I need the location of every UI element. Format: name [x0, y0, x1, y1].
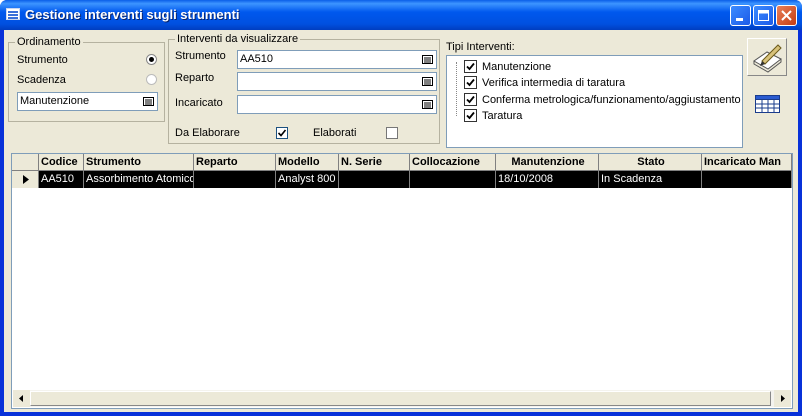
title-bar[interactable]: Gestione interventi sugli strumenti — [0, 0, 802, 30]
arrow-right-icon — [781, 395, 785, 402]
edit-button[interactable] — [747, 38, 787, 76]
maximize-button[interactable] — [753, 5, 774, 26]
column-header[interactable]: Reparto — [194, 154, 276, 171]
ordinamento-group: Ordinamento Strumento Scadenza Manutenzi… — [8, 36, 165, 122]
strumento-value: AA510 — [240, 53, 274, 65]
interventi-group: Interventi da visualizzare Strumento AA5… — [168, 33, 440, 144]
radio-strumento[interactable] — [146, 54, 157, 65]
interventi-title: Interventi da visualizzare — [175, 33, 301, 45]
table-grid-icon — [755, 95, 780, 113]
list-lookup-icon[interactable] — [420, 52, 435, 67]
incaricato-label: Incaricato — [175, 97, 223, 109]
reparto-field[interactable] — [237, 72, 437, 91]
row-selector[interactable] — [12, 171, 39, 188]
minimize-button[interactable] — [730, 5, 751, 26]
row-selector-header — [12, 154, 39, 171]
list-lookup-icon[interactable] — [420, 74, 435, 89]
tipi-item-checkbox[interactable] — [464, 60, 477, 73]
tipi-title: Tipi Interventi: — [446, 41, 515, 53]
column-header[interactable]: Stato — [599, 154, 702, 171]
elaborati-checkbox[interactable] — [386, 127, 398, 139]
table-cell — [194, 171, 276, 188]
table-cell: In Scadenza — [599, 171, 702, 188]
checkmark-icon — [466, 78, 475, 87]
tipi-item-label: Taratura — [482, 110, 523, 122]
elaborati-label: Elaborati — [313, 127, 357, 139]
table-row[interactable]: AA510 Assorbimento Atomico Analyst 800 1… — [39, 171, 792, 188]
ordinamento-combo[interactable]: Manutenzione — [17, 92, 158, 111]
window-app-icon — [6, 8, 20, 20]
tipi-item-checkbox[interactable] — [464, 76, 477, 89]
close-icon — [781, 10, 792, 21]
tipi-item-label: Manutenzione — [482, 61, 552, 73]
edit-pen-icon — [753, 44, 782, 73]
tipi-item-checkbox[interactable] — [464, 109, 477, 122]
strumento-field[interactable]: AA510 — [237, 50, 437, 69]
checkmark-icon — [466, 95, 475, 104]
table-cell: Assorbimento Atomico — [84, 171, 194, 188]
list-lookup-icon[interactable] — [420, 97, 435, 112]
column-header[interactable]: Incaricato Man — [702, 154, 792, 171]
tipi-item-label: Conferma metrologica/funzionamento/aggiu… — [482, 94, 741, 106]
column-header[interactable]: Codice — [39, 154, 84, 171]
da-elaborare-label: Da Elaborare — [175, 127, 240, 139]
table-cell: AA510 — [39, 171, 84, 188]
radio-scadenza[interactable] — [146, 74, 157, 85]
table-cell — [339, 171, 410, 188]
column-header[interactable]: Manutenzione — [496, 154, 599, 171]
tipi-item-label: Verifica intermedia di taratura — [482, 77, 626, 89]
table-cell: 18/10/2008 — [496, 171, 599, 188]
table-cell — [410, 171, 496, 188]
close-button[interactable] — [776, 5, 797, 26]
strumento-label: Strumento — [175, 50, 226, 62]
table-cell: Analyst 800 — [276, 171, 339, 188]
radio-label-strumento: Strumento — [17, 54, 68, 66]
reparto-label: Reparto — [175, 72, 215, 84]
maximize-icon — [758, 10, 769, 21]
table-view-button[interactable] — [754, 93, 782, 115]
checkmark-icon — [277, 129, 287, 137]
column-header[interactable]: Modello — [276, 154, 339, 171]
dialog-client-area: Ordinamento Strumento Scadenza Manutenzi… — [4, 30, 798, 412]
checkmark-icon — [466, 111, 475, 120]
tipi-item[interactable]: Verifica intermedia di taratura — [464, 75, 626, 91]
minimize-icon — [736, 18, 743, 21]
column-header[interactable]: Collocazione — [410, 154, 496, 171]
da-elaborare-checkbox[interactable] — [276, 127, 288, 139]
column-header[interactable]: N. Serie — [339, 154, 410, 171]
column-header[interactable]: Strumento — [84, 154, 194, 171]
table-cell — [702, 171, 792, 188]
tipi-item-checkbox[interactable] — [464, 93, 477, 106]
tipi-item[interactable]: Taratura — [464, 108, 523, 124]
tipi-item[interactable]: Manutenzione — [464, 59, 552, 75]
current-row-arrow-icon — [23, 175, 29, 184]
list-lookup-icon[interactable] — [141, 94, 156, 109]
horizontal-scrollbar[interactable] — [13, 390, 791, 407]
scroll-right-button[interactable] — [774, 390, 791, 407]
incaricato-field[interactable] — [237, 95, 437, 114]
main-window: Gestione interventi sugli strumenti Ordi… — [0, 0, 802, 416]
tipi-interventi-list[interactable]: Manutenzione Verifica intermedia di tara… — [446, 55, 743, 148]
ordinamento-combo-value: Manutenzione — [20, 95, 90, 107]
scrollbar-thumb[interactable] — [30, 391, 771, 406]
window-title: Gestione interventi sugli strumenti — [25, 7, 240, 22]
interventi-grid[interactable]: Codice Strumento Reparto Modello N. Seri… — [11, 153, 793, 409]
ordinamento-title: Ordinamento — [15, 36, 83, 48]
checkmark-icon — [466, 62, 475, 71]
scroll-left-button[interactable] — [13, 390, 30, 407]
arrow-left-icon — [19, 395, 23, 402]
radio-label-scadenza: Scadenza — [17, 74, 66, 86]
tipi-item[interactable]: Conferma metrologica/funzionamento/aggiu… — [464, 92, 741, 108]
